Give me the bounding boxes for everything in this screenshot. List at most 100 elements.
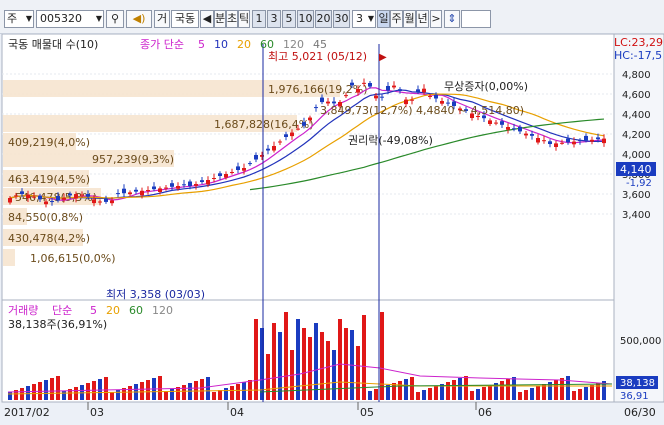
volume-y-tick: 500,000 — [620, 336, 661, 347]
stock-chart[interactable]: 1,976,166(19,2%) 1,687,828(16,4%) 409,219(… — [0, 33, 664, 422]
volume-profile-label: 957,239(9,3%) — [92, 153, 174, 166]
volume-bar — [470, 391, 474, 400]
candle-body — [266, 148, 270, 151]
volume-ma-label: 단순 — [52, 304, 72, 317]
chevron-down-icon: ▼ — [95, 14, 102, 23]
volume-bar — [560, 378, 564, 400]
trade-button[interactable]: 거 — [154, 10, 170, 28]
candle-body — [524, 133, 528, 136]
candle-body — [518, 126, 522, 132]
week-button[interactable]: 주 — [390, 10, 403, 28]
volume-bar — [278, 332, 282, 400]
speaker-icon: ◀) — [132, 12, 146, 25]
x-axis-label: 05 — [360, 406, 374, 419]
tick-button[interactable]: 틱 — [238, 10, 250, 28]
candle-body — [428, 96, 432, 97]
search-button[interactable]: ⚲ — [106, 10, 124, 28]
candle-body — [392, 85, 396, 88]
market-select[interactable]: 주 ▼ — [4, 10, 34, 28]
volume-bar — [536, 386, 540, 400]
volume-ma-legend-item: 60 — [129, 304, 143, 317]
month-button[interactable]: 월 — [403, 10, 416, 28]
last-volume-label: 38,138주(36,91%) — [8, 318, 107, 331]
volume-bar — [578, 389, 582, 400]
volume-bar — [200, 379, 204, 400]
period-button-30[interactable]: 30 — [333, 10, 350, 28]
candle-body — [44, 201, 48, 205]
candle-body — [602, 138, 606, 144]
y-tick-label: 3,600 — [622, 190, 651, 201]
updown-button[interactable]: ⇕ — [444, 10, 460, 28]
candle-body — [206, 180, 210, 185]
volume-bar — [476, 389, 480, 400]
candle-body — [164, 187, 168, 189]
candle-body — [596, 137, 600, 140]
candle-body — [488, 120, 492, 124]
volume-bar — [230, 386, 234, 400]
period-button-10[interactable]: 10 — [297, 10, 314, 28]
candle-body — [110, 200, 114, 204]
candle-body — [188, 181, 192, 186]
candle-body — [272, 146, 276, 151]
volume-bar — [224, 388, 228, 400]
period-button-20[interactable]: 20 — [315, 10, 332, 28]
count-select[interactable]: 3 ▼ — [352, 10, 376, 28]
ma-legend-item: 5 — [198, 38, 205, 51]
extra-input[interactable] — [461, 10, 491, 28]
price-panel-title: 국동 매물대 수(10) — [8, 38, 98, 51]
stock-name-label: 국동 — [171, 10, 199, 28]
volume-profile-label: 409,219(4,0%) — [8, 136, 90, 149]
prev-arrow-button[interactable]: ◀ — [200, 10, 214, 28]
lc-label: LC:23,29 — [614, 36, 663, 49]
candle-body — [506, 127, 510, 130]
y-tick-label: 4,000 — [622, 150, 651, 161]
y-tick-label: 4,800 — [622, 70, 651, 81]
high-arrow: ▶ — [379, 52, 387, 63]
day-button[interactable]: 일 — [377, 10, 390, 28]
candle-body — [380, 96, 384, 98]
candle-body — [38, 195, 42, 200]
volume-bar — [314, 323, 318, 400]
candle-body — [194, 184, 198, 186]
low-annotation: 최저 3,358 (03/03) — [106, 288, 205, 301]
volume-bar — [302, 328, 306, 400]
y-tick-label: 4,400 — [622, 110, 651, 121]
candle-body — [368, 83, 372, 87]
sound-button[interactable]: ◀) — [126, 10, 152, 28]
volume-bar — [416, 392, 420, 400]
period-button-1[interactable]: 1 — [252, 10, 266, 28]
candle-body — [152, 186, 156, 190]
candle-body — [8, 198, 12, 203]
second-button[interactable]: 초 — [226, 10, 238, 28]
candle-body — [80, 194, 84, 196]
volume-bar — [386, 385, 390, 400]
volume-bar — [410, 377, 414, 400]
candle-body — [14, 195, 18, 197]
volume-bar — [518, 392, 522, 400]
volume-bar — [590, 385, 594, 400]
volume-bar — [452, 380, 456, 400]
chevron-down-icon: ▼ — [25, 14, 32, 23]
minute-button[interactable]: 분 — [214, 10, 226, 28]
period-button-3[interactable]: 3 — [267, 10, 281, 28]
candle-body — [398, 89, 402, 91]
volume-bar — [374, 389, 378, 400]
stock-code-input[interactable]: 005320 ▼ — [36, 10, 104, 28]
volume-bar — [308, 337, 312, 400]
y-tick-label: 4,200 — [622, 130, 651, 141]
volume-bar — [584, 387, 588, 400]
next-arrow-button[interactable]: > — [430, 10, 442, 28]
candle-body — [122, 188, 126, 194]
candle-body — [416, 89, 420, 93]
volume-bar — [164, 391, 168, 400]
candle-body — [590, 139, 594, 142]
period-button-5[interactable]: 5 — [282, 10, 296, 28]
year-button[interactable]: 년 — [416, 10, 429, 28]
candle-body — [308, 117, 312, 121]
volume-bar — [146, 380, 150, 400]
volume-bar — [170, 389, 174, 400]
volume-bar — [182, 385, 186, 400]
volume-bar — [392, 383, 396, 400]
volume-bar — [32, 384, 36, 400]
volume-ma-legend-item: 5 — [90, 304, 97, 317]
